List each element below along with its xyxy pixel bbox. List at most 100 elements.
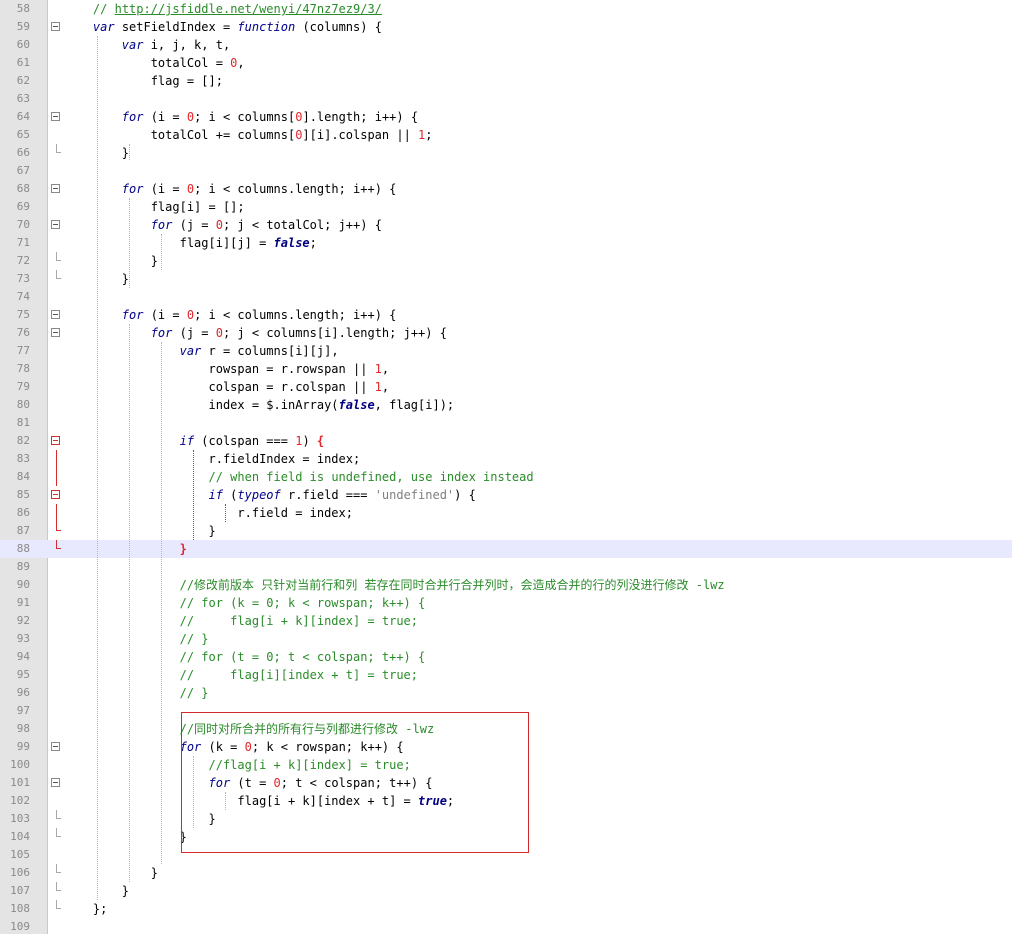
code-line[interactable]: 72 }	[0, 252, 1012, 270]
fold-toggle-icon[interactable]	[51, 310, 60, 319]
fold-toggle-icon[interactable]	[51, 22, 60, 31]
code-line[interactable]: 86 r.field = index;	[0, 504, 1012, 522]
code-line[interactable]: 65 totalCol += columns[0][i].colspan || …	[0, 126, 1012, 144]
code-line[interactable]: 64 for (i = 0; i < columns[0].length; i+…	[0, 108, 1012, 126]
code-line[interactable]: 85 if (typeof r.field === 'undefined') {	[0, 486, 1012, 504]
code-line[interactable]: 102 flag[i + k][index + t] = true;	[0, 792, 1012, 810]
code-line[interactable]: 88 }	[0, 540, 1012, 558]
code-line[interactable]: 96 // }	[0, 684, 1012, 702]
line-number: 76	[16, 326, 30, 339]
code-line[interactable]: 70 for (j = 0; j < totalCol; j++) {	[0, 216, 1012, 234]
code-line[interactable]: 99 for (k = 0; k < rowspan; k++) {	[0, 738, 1012, 756]
code-token: ; k < rowspan; k++) {	[251, 740, 404, 754]
code-line[interactable]: 93 // }	[0, 630, 1012, 648]
code-text: for (i = 0; i < columns.length; i++) {	[64, 180, 397, 198]
code-line[interactable]: 105	[0, 846, 1012, 864]
code-line[interactable]: 78 rowspan = r.rowspan || 1,	[0, 360, 1012, 378]
line-number: 106	[10, 866, 30, 879]
fold-toggle-icon[interactable]	[51, 184, 60, 193]
code-token: 0	[215, 326, 223, 340]
line-number: 83	[16, 452, 30, 465]
fold-toggle-icon[interactable]	[51, 328, 60, 337]
indent-guide	[97, 36, 98, 900]
code-line[interactable]: 91 // for (k = 0; k < rowspan; k++) {	[0, 594, 1012, 612]
code-line[interactable]: 63	[0, 90, 1012, 108]
code-line[interactable]: 74	[0, 288, 1012, 306]
code-token: ; j < totalCol; j++) {	[222, 218, 382, 232]
line-number: 78	[16, 362, 30, 375]
code-token: //	[92, 2, 115, 16]
code-line[interactable]: 73 }	[0, 270, 1012, 288]
code-line[interactable]: 89	[0, 558, 1012, 576]
code-line[interactable]: 68 for (i = 0; i < columns.length; i++) …	[0, 180, 1012, 198]
code-editor[interactable]: 58 // http://jsfiddle.net/wenyi/47nz7ez9…	[0, 0, 1012, 934]
code-token: for	[150, 218, 173, 232]
code-line[interactable]: 100 //flag[i + k][index] = true;	[0, 756, 1012, 774]
code-line[interactable]: 71 flag[i][j] = false;	[0, 234, 1012, 252]
code-token: for	[121, 110, 144, 124]
code-line[interactable]: 107 }	[0, 882, 1012, 900]
code-line[interactable]: 90 //修改前版本 只针对当前行和列 若存在同时合并行合并列时，会造成合并的行…	[0, 576, 1012, 594]
code-line[interactable]: 66 }	[0, 144, 1012, 162]
code-line[interactable]: 81	[0, 414, 1012, 432]
fold-toggle-icon[interactable]	[51, 778, 60, 787]
code-line[interactable]: 75 for (i = 0; i < columns.length; i++) …	[0, 306, 1012, 324]
code-line[interactable]: 103 }	[0, 810, 1012, 828]
code-line[interactable]: 104 }	[0, 828, 1012, 846]
code-text: for (k = 0; k < rowspan; k++) {	[64, 738, 404, 756]
code-line[interactable]: 109	[0, 918, 1012, 934]
code-token: totalCol =	[64, 56, 231, 70]
code-token: 0	[186, 308, 195, 322]
code-line[interactable]: 95 // flag[i][index + t] = true;	[0, 666, 1012, 684]
code-line[interactable]: 69 flag[i] = [];	[0, 198, 1012, 216]
code-line[interactable]: 92 // flag[i + k][index] = true;	[0, 612, 1012, 630]
code-token: }	[179, 542, 187, 556]
code-token: };	[64, 902, 108, 916]
code-line[interactable]: 101 for (t = 0; t < colspan; t++) {	[0, 774, 1012, 792]
code-line[interactable]: 97	[0, 702, 1012, 720]
fold-toggle-icon[interactable]	[51, 490, 60, 499]
code-text: if (colspan === 1) {	[64, 432, 325, 450]
code-line[interactable]: 62 flag = [];	[0, 72, 1012, 90]
code-line[interactable]: 58 // http://jsfiddle.net/wenyi/47nz7ez9…	[0, 0, 1012, 18]
code-line[interactable]: 79 colspan = r.colspan || 1,	[0, 378, 1012, 396]
code-line[interactable]: 106 }	[0, 864, 1012, 882]
code-line[interactable]: 77 var r = columns[i][j],	[0, 342, 1012, 360]
line-number: 86	[16, 506, 30, 519]
code-token: (colspan ===	[194, 434, 296, 448]
line-number: 93	[16, 632, 30, 645]
line-number: 87	[16, 524, 30, 537]
fold-toggle-icon[interactable]	[51, 112, 60, 121]
code-line[interactable]: 87 }	[0, 522, 1012, 540]
code-line[interactable]: 61 totalCol = 0,	[0, 54, 1012, 72]
code-line[interactable]: 98 //同时对所合并的所有行与列都进行修改 -lwz	[0, 720, 1012, 738]
code-line[interactable]: 76 for (j = 0; j < columns[i].length; j+…	[0, 324, 1012, 342]
fold-toggle-icon[interactable]	[51, 742, 60, 751]
code-line[interactable]: 84 // when field is undefined, use index…	[0, 468, 1012, 486]
code-line[interactable]: 59 var setFieldIndex = function (columns…	[0, 18, 1012, 36]
fold-end-tick	[56, 152, 61, 153]
code-text: // flag[i + k][index] = true;	[64, 612, 418, 630]
code-token: rowspan = r.rowspan ||	[64, 362, 375, 376]
line-number: 89	[16, 560, 30, 573]
code-line[interactable]: 60 var i, j, k, t,	[0, 36, 1012, 54]
code-line[interactable]: 80 index = $.inArray(false, flag[i]);	[0, 396, 1012, 414]
code-line[interactable]: 108 };	[0, 900, 1012, 918]
code-line[interactable]: 94 // for (t = 0; t < colspan; t++) {	[0, 648, 1012, 666]
code-line[interactable]: 67	[0, 162, 1012, 180]
code-line[interactable]: 83 r.fieldIndex = index;	[0, 450, 1012, 468]
code-line[interactable]: 82 if (colspan === 1) {	[0, 432, 1012, 450]
code-token: for	[208, 776, 231, 790]
code-token: 'undefined'	[374, 488, 455, 502]
fold-toggle-icon[interactable]	[51, 436, 60, 445]
fold-toggle-icon[interactable]	[51, 220, 60, 229]
indent-guide	[129, 324, 130, 882]
code-token: // for (k = 0; k < rowspan; k++) {	[179, 596, 426, 610]
code-token: if	[179, 434, 195, 448]
